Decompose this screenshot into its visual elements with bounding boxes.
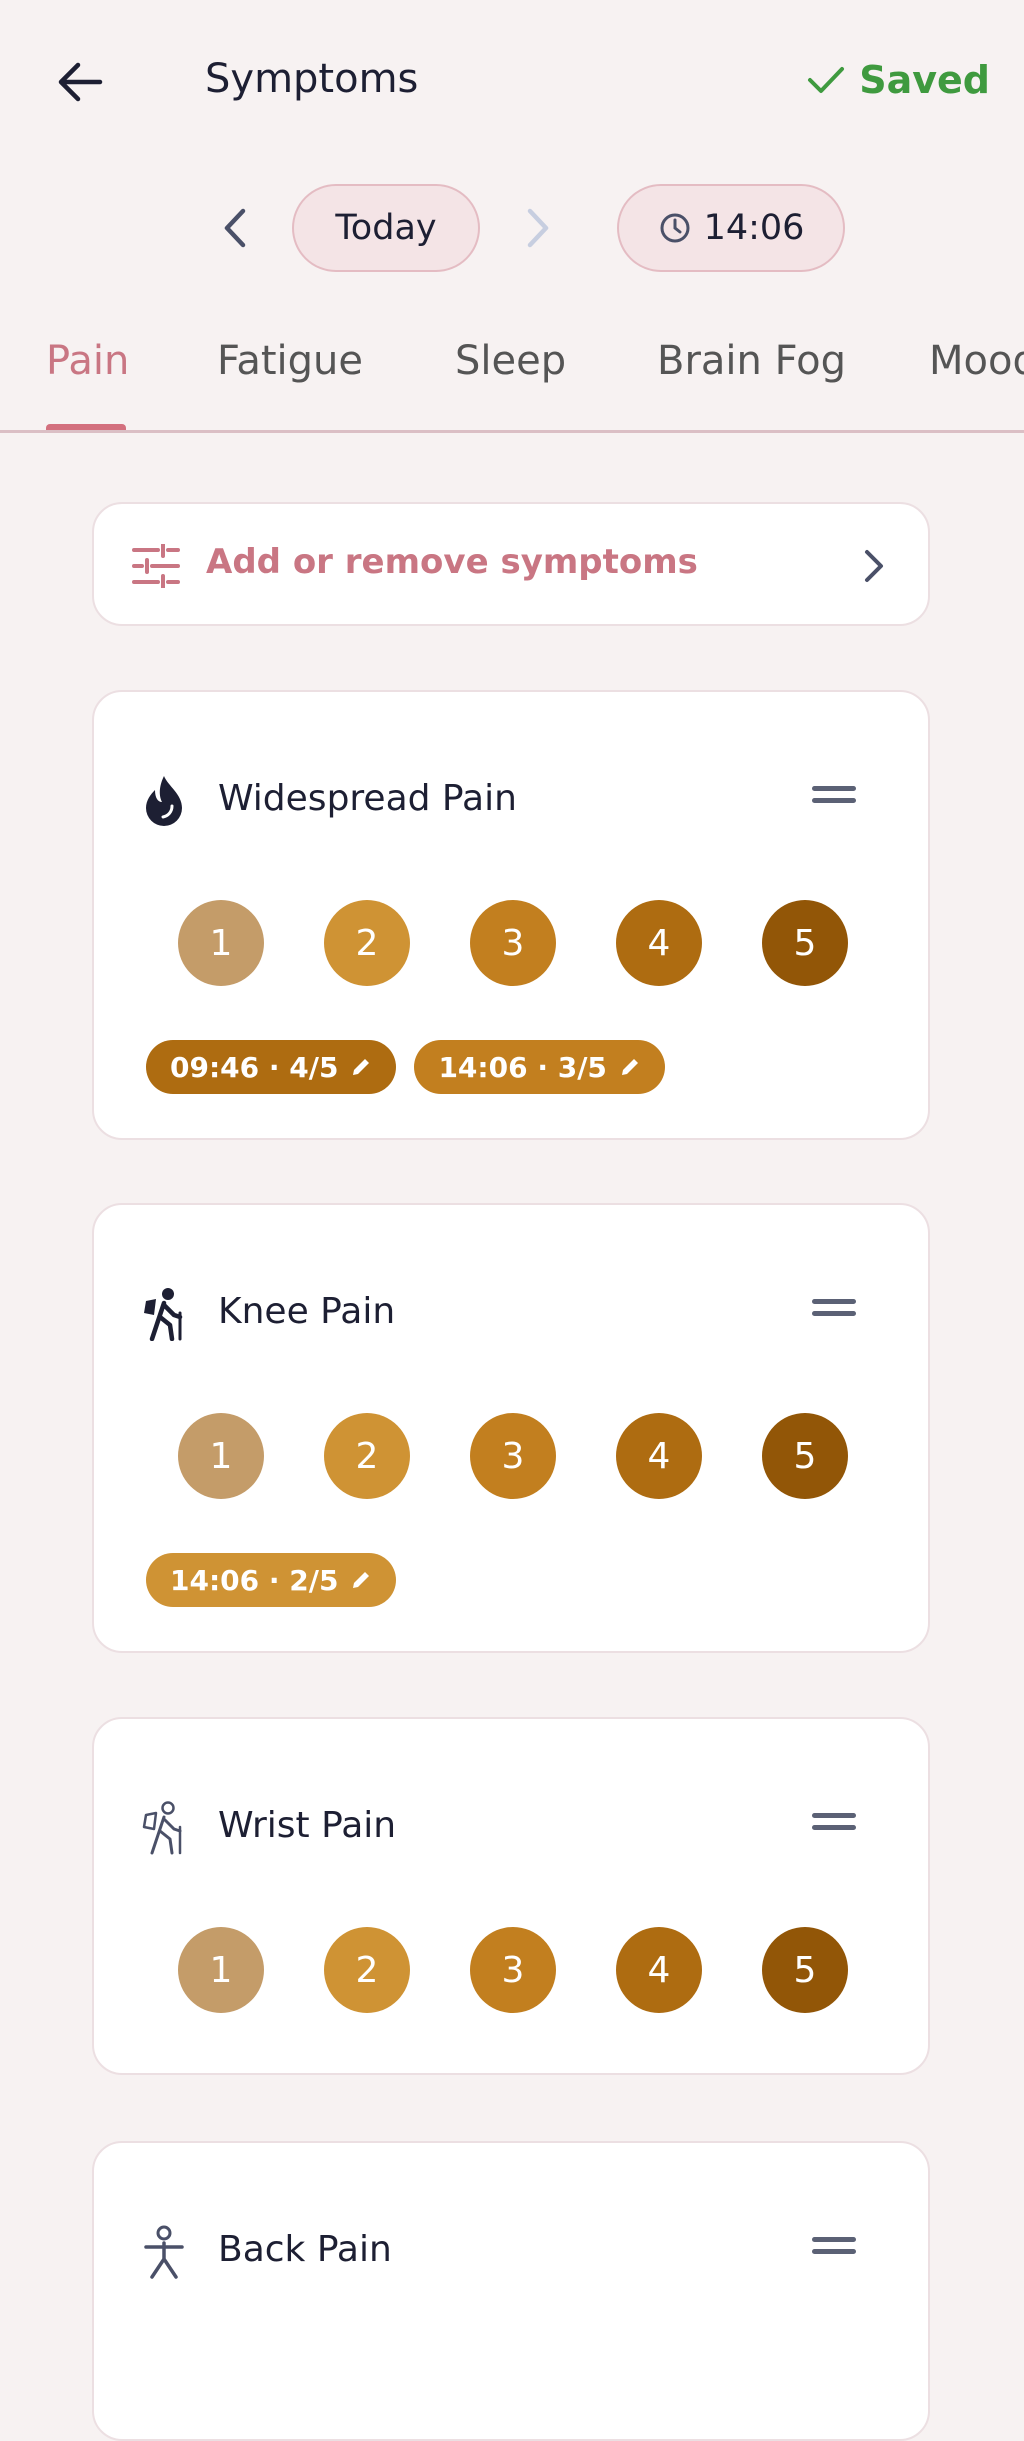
tab-sleep[interactable]: Sleep (455, 338, 566, 384)
severity-1-button[interactable]: 1 (178, 1413, 264, 1499)
time-picker-button[interactable]: 14:06 (617, 184, 845, 272)
add-remove-symptoms-button[interactable]: Add or remove symptoms (92, 502, 930, 626)
drag-handle-icon[interactable] (812, 786, 856, 808)
clock-icon (660, 213, 690, 243)
symptom-name: Wrist Pain (218, 1805, 397, 1846)
drag-handle-icon[interactable] (812, 1813, 856, 1835)
entry-label: 14:06 · 3/5 (438, 1050, 607, 1084)
saved-label: Saved (859, 58, 990, 102)
chevron-left-icon (224, 208, 246, 248)
saved-status: Saved (807, 58, 990, 102)
arrow-left-icon (58, 62, 103, 102)
symptom-card-knee-pain: Knee Pain 1 2 3 4 5 14:06 · 2/5 (92, 1203, 930, 1653)
tab-mood[interactable]: Mood (929, 338, 1024, 384)
logged-entry-chip[interactable]: 14:06 · 3/5 (414, 1040, 665, 1094)
severity-4-button[interactable]: 4 (616, 1927, 702, 2013)
previous-day-button[interactable] (215, 205, 255, 251)
symptom-card-wrist-pain: Wrist Pain 1 2 3 4 5 (92, 1717, 930, 2075)
add-remove-symptoms-label: Add or remove symptoms (206, 542, 698, 582)
pencil-icon (353, 1059, 370, 1075)
tab-fatigue[interactable]: Fatigue (217, 338, 363, 384)
date-label: Today (335, 208, 437, 248)
severity-1-button[interactable]: 1 (178, 1927, 264, 2013)
tab-pain[interactable]: Pain (46, 338, 129, 384)
date-picker-button[interactable]: Today (292, 184, 480, 272)
pencil-icon (353, 1572, 370, 1588)
hiker-outline-icon (142, 1801, 182, 1855)
person-icon (144, 2225, 184, 2279)
chevron-right-icon (527, 208, 549, 248)
symptom-name: Knee Pain (218, 1291, 396, 1332)
logged-entry-chip[interactable]: 09:46 · 4/5 (146, 1040, 397, 1094)
logged-entry-chip[interactable]: 14:06 · 2/5 (146, 1553, 397, 1607)
logged-entries: 14:06 · 2/5 (146, 1553, 397, 1607)
severity-4-button[interactable]: 4 (616, 900, 702, 986)
logged-entries: 09:46 · 4/5 14:06 · 3/5 (146, 1040, 665, 1094)
tune-icon (132, 544, 180, 588)
severity-scale: 1 2 3 4 5 (178, 1413, 848, 1499)
symptom-name: Back Pain (218, 2229, 392, 2270)
severity-5-button[interactable]: 5 (762, 1413, 848, 1499)
back-button[interactable] (50, 52, 110, 112)
severity-2-button[interactable]: 2 (324, 1413, 410, 1499)
page-title: Symptoms (205, 56, 419, 102)
symptom-card-widespread-pain: Widespread Pain 1 2 3 4 5 09:46 · 4/5 14… (92, 690, 930, 1140)
entry-label: 14:06 · 2/5 (170, 1563, 339, 1597)
drag-handle-icon[interactable] (812, 2237, 856, 2259)
tab-brain-fog[interactable]: Brain Fog (657, 338, 846, 384)
hiker-icon (144, 1288, 183, 1341)
chevron-right-icon (865, 550, 883, 582)
severity-3-button[interactable]: 3 (470, 1413, 556, 1499)
severity-scale: 1 2 3 4 5 (178, 1927, 848, 2013)
severity-2-button[interactable]: 2 (324, 900, 410, 986)
severity-5-button[interactable]: 5 (762, 900, 848, 986)
severity-1-button[interactable]: 1 (178, 900, 264, 986)
next-day-button (518, 205, 558, 251)
entry-label: 09:46 · 4/5 (170, 1050, 339, 1084)
symptom-name: Widespread Pain (218, 778, 517, 819)
symptom-card-back-pain: Back Pain (92, 2141, 930, 2441)
severity-4-button[interactable]: 4 (616, 1413, 702, 1499)
severity-3-button[interactable]: 3 (470, 900, 556, 986)
severity-3-button[interactable]: 3 (470, 1927, 556, 2013)
flame-icon (146, 776, 182, 826)
pencil-icon (621, 1059, 638, 1075)
tabs-divider (0, 430, 1024, 433)
time-label: 14:06 (703, 208, 805, 248)
severity-5-button[interactable]: 5 (762, 1927, 848, 2013)
check-icon (808, 67, 845, 93)
severity-2-button[interactable]: 2 (324, 1927, 410, 2013)
severity-scale: 1 2 3 4 5 (178, 900, 848, 986)
drag-handle-icon[interactable] (812, 1299, 856, 1321)
category-tabs: Pain Fatigue Sleep Brain Fog Mood (0, 330, 1024, 430)
